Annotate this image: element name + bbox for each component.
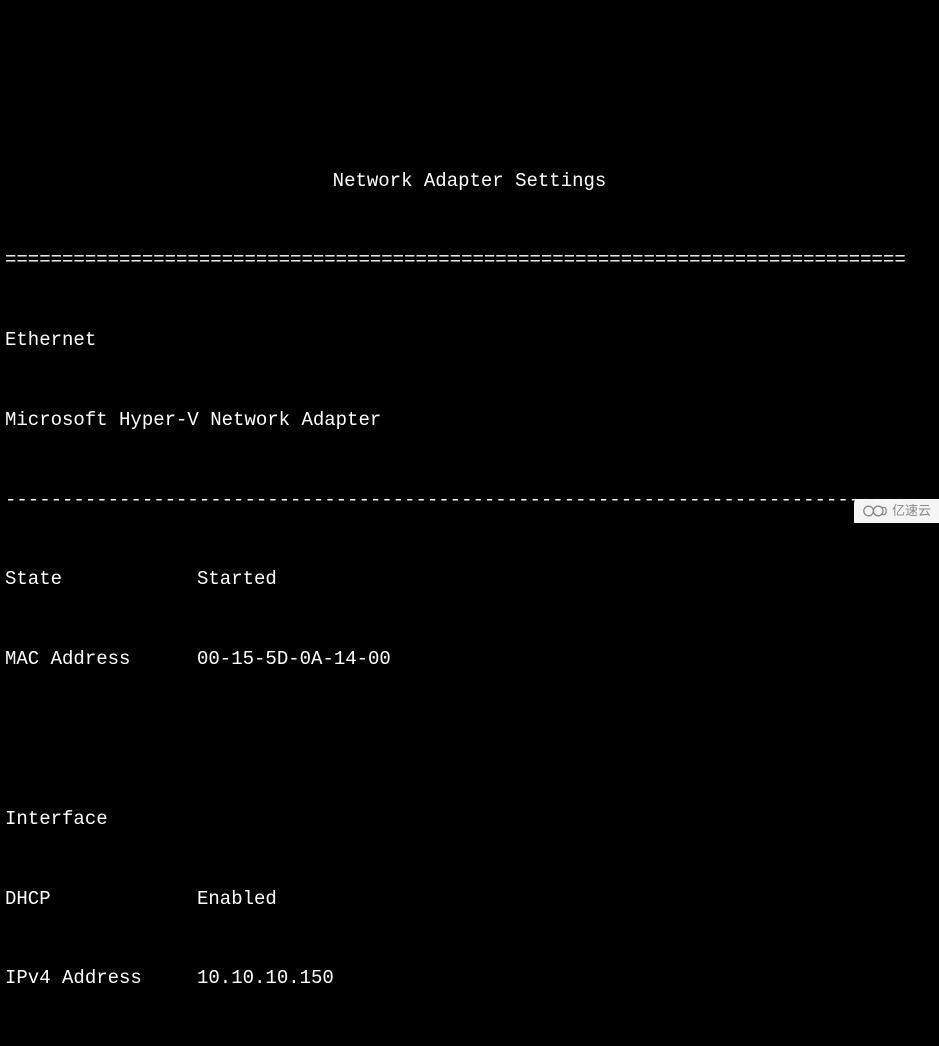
dhcp1-row: DHCP Enabled bbox=[5, 886, 934, 913]
dhcp1-value: Enabled bbox=[197, 886, 277, 913]
watermark: 亿速云 bbox=[854, 499, 939, 523]
ipv4-label: IPv4 Address bbox=[5, 965, 197, 992]
subnet-label: Subnet mask bbox=[5, 1045, 197, 1046]
terminal-screen: Network Adapter Settings ===============… bbox=[0, 106, 939, 1046]
mac-label: MAC Address bbox=[5, 646, 197, 673]
divider-single: ----------------------------------------… bbox=[5, 487, 934, 514]
blank-line bbox=[5, 726, 934, 753]
adapter-description: Microsoft Hyper-V Network Adapter bbox=[5, 407, 934, 434]
ipv4-value: 10.10.10.150 bbox=[197, 965, 334, 992]
subnet-row: Subnet mask 255.255.255.0 bbox=[5, 1045, 934, 1046]
mac-value: 00-15-5D-0A-14-00 bbox=[197, 646, 391, 673]
state-row: State Started bbox=[5, 566, 934, 593]
mac-row: MAC Address 00-15-5D-0A-14-00 bbox=[5, 646, 934, 673]
page-title: Network Adapter Settings bbox=[5, 168, 934, 195]
ipv4-row: IPv4 Address 10.10.10.150 bbox=[5, 965, 934, 992]
interface1-heading: Interface bbox=[5, 806, 934, 833]
watermark-logo-icon bbox=[862, 503, 888, 519]
divider-double: ========================================… bbox=[5, 247, 934, 274]
state-label: State bbox=[5, 566, 197, 593]
subnet-value: 255.255.255.0 bbox=[197, 1045, 345, 1046]
adapter-name: Ethernet bbox=[5, 327, 934, 354]
watermark-text: 亿速云 bbox=[892, 502, 931, 520]
state-value: Started bbox=[197, 566, 277, 593]
dhcp1-label: DHCP bbox=[5, 886, 197, 913]
